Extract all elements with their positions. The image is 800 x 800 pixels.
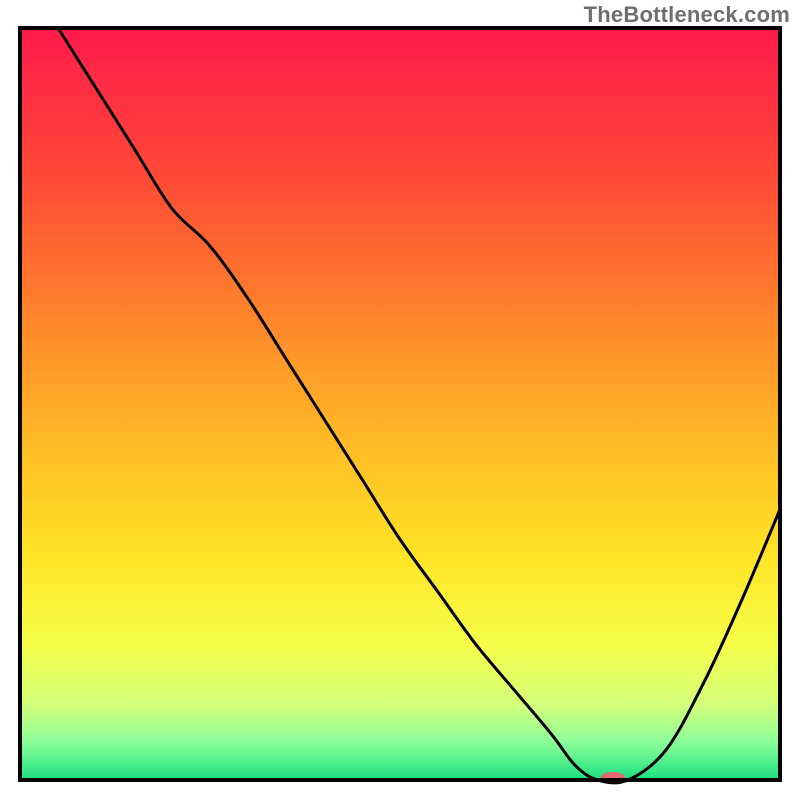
- watermark-label: TheBottleneck.com: [584, 2, 790, 28]
- chart-container: TheBottleneck.com: [0, 0, 800, 800]
- plot-background: [20, 28, 780, 780]
- bottleneck-chart: [0, 0, 800, 800]
